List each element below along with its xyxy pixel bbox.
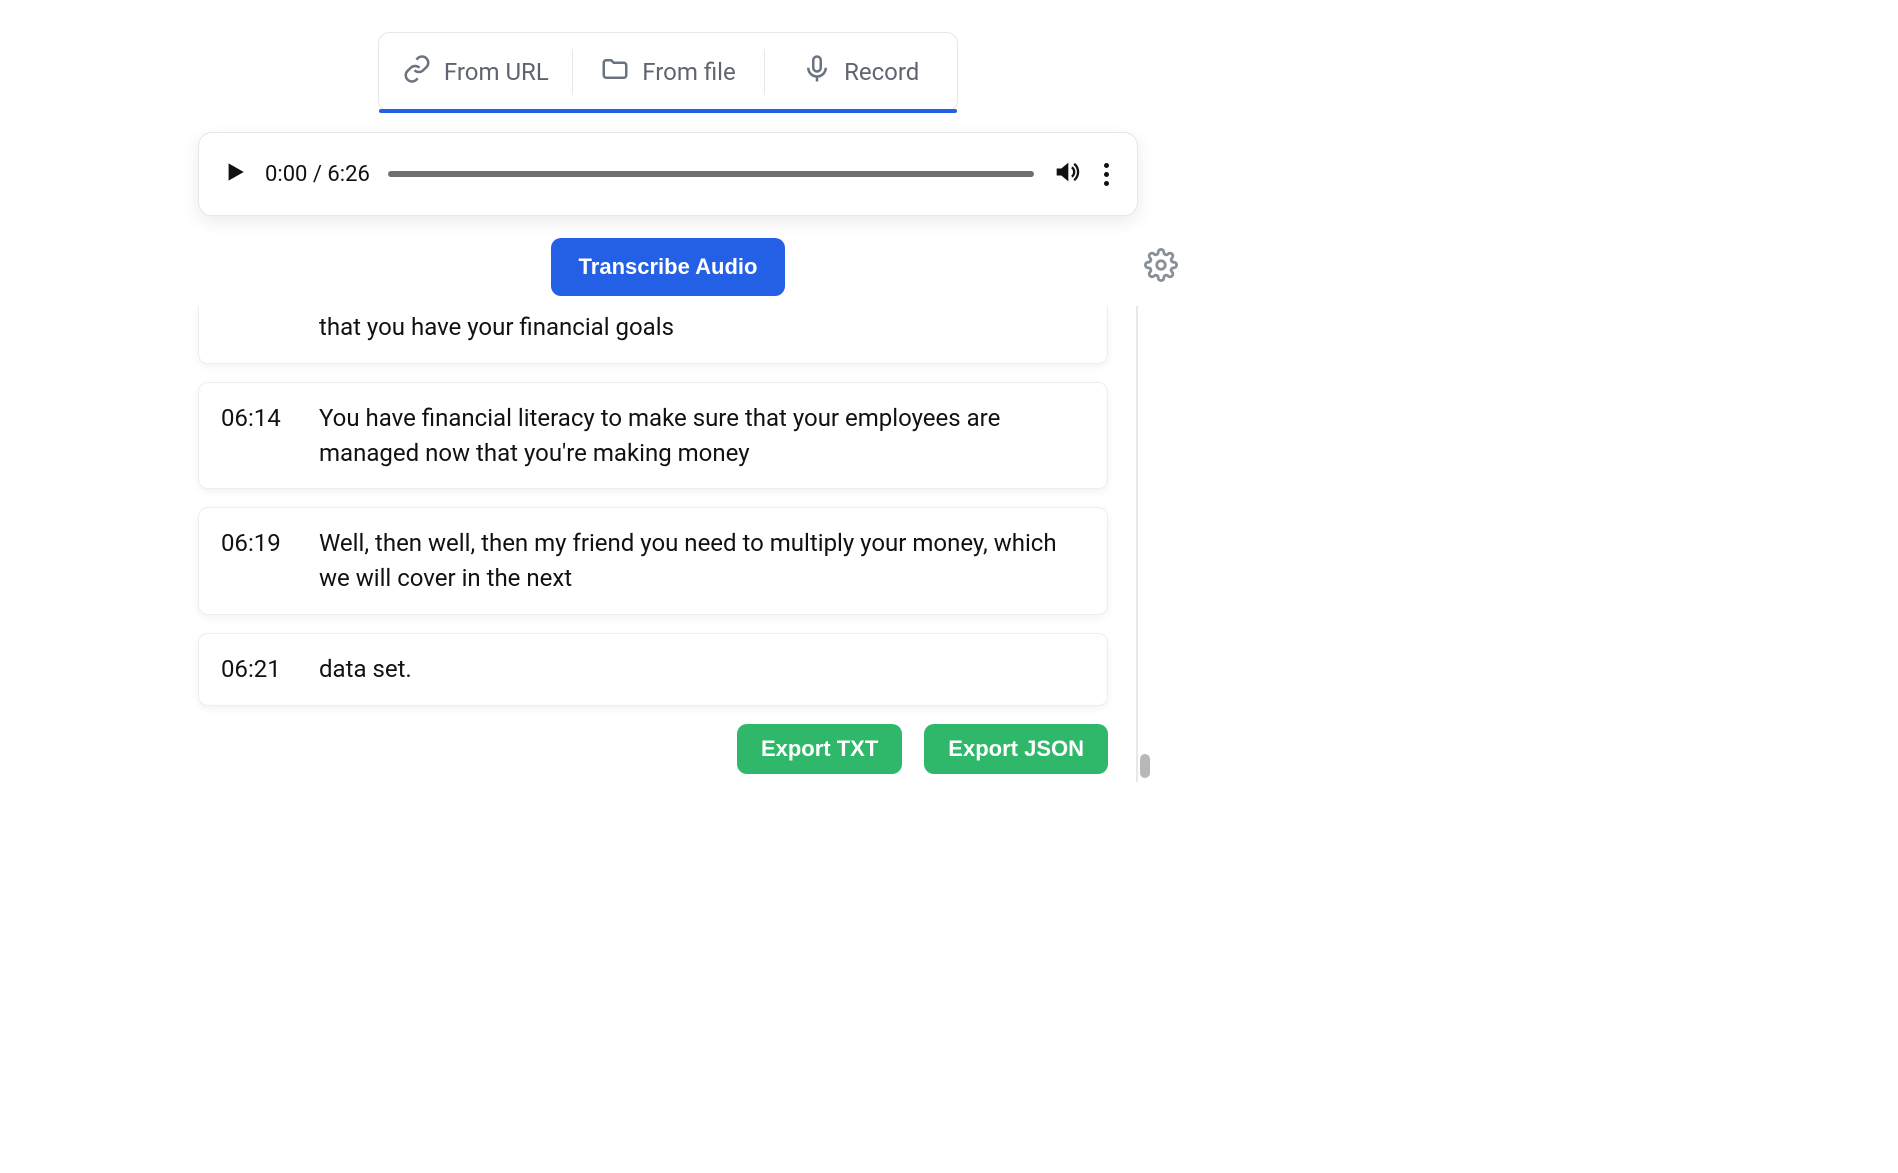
app-container: From URL From file Record 0:00 / 6:26 <box>198 32 1138 782</box>
export-txt-button[interactable]: Export TXT <box>737 724 902 774</box>
source-tabs: From URL From file Record <box>378 32 958 112</box>
seek-bar[interactable] <box>388 171 1034 177</box>
transcript-segment[interactable]: 06:14 You have financial literacy to mak… <box>198 382 1108 490</box>
segment-text: You have financial literacy to make sure… <box>319 401 1085 471</box>
dot-icon <box>1104 181 1109 186</box>
export-row: Export TXT Export JSON <box>198 724 1108 774</box>
export-json-button[interactable]: Export JSON <box>924 724 1108 774</box>
dot-icon <box>1104 172 1109 177</box>
settings-button[interactable] <box>1144 248 1178 286</box>
segment-text: that you have your financial goals <box>319 310 1085 345</box>
tab-label: From file <box>642 58 735 86</box>
transcript-segment[interactable]: 06:21 data set. <box>198 633 1108 706</box>
audio-player: 0:00 / 6:26 <box>198 132 1138 216</box>
play-button[interactable] <box>221 159 247 189</box>
current-time: 0:00 <box>265 162 307 187</box>
tab-label: Record <box>844 58 919 86</box>
more-options-button[interactable] <box>1098 157 1115 192</box>
segment-time: 06:19 <box>221 526 291 596</box>
transcript-segment[interactable]: that you have your financial goals <box>198 306 1108 364</box>
folder-icon <box>600 54 630 90</box>
tab-record[interactable]: Record <box>764 33 957 111</box>
volume-button[interactable] <box>1052 158 1080 190</box>
transcript-segment[interactable]: 06:19 Well, then well, then my friend yo… <box>198 507 1108 615</box>
segment-text: Well, then well, then my friend you need… <box>319 526 1085 596</box>
tab-from-file[interactable]: From file <box>572 33 765 111</box>
transcribe-button[interactable]: Transcribe Audio <box>551 238 786 296</box>
action-row: Transcribe Audio <box>198 238 1138 296</box>
dot-icon <box>1104 163 1109 168</box>
microphone-icon <box>802 54 832 90</box>
segment-text: data set. <box>319 652 1085 687</box>
playback-time: 0:00 / 6:26 <box>265 162 370 187</box>
transcript-panel: that you have your financial goals 06:14… <box>198 306 1138 782</box>
segment-time: 06:14 <box>221 401 291 471</box>
tab-label: From URL <box>444 58 549 86</box>
segment-time <box>221 310 291 345</box>
link-icon <box>402 54 432 90</box>
duration: 6:26 <box>327 162 369 187</box>
segment-time: 06:21 <box>221 652 291 687</box>
tab-from-url[interactable]: From URL <box>379 33 572 111</box>
scrollbar-thumb[interactable] <box>1140 754 1150 778</box>
